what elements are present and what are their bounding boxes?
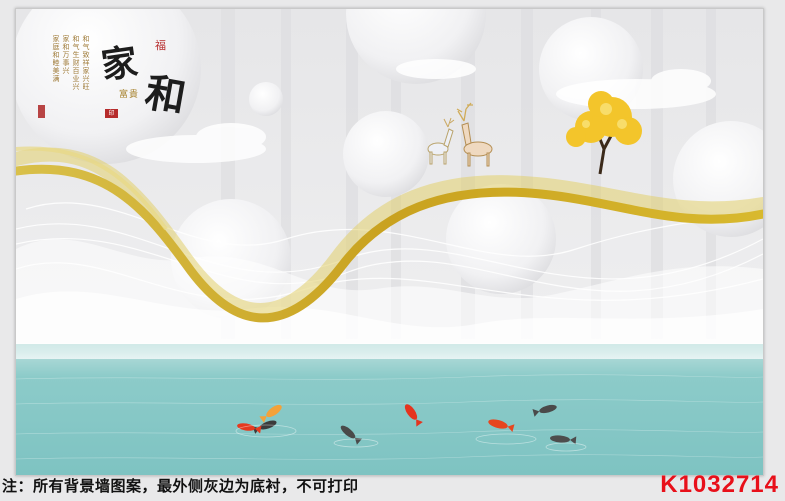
mural-artwork: 家 和 福 富貴 印 和气致祥家兴旺 和气生财百业兴 家和万事兴 家庭和睦美满 [15,8,764,476]
calligraphy-jia: 家 [98,40,141,88]
fu-seal: 福 [155,39,166,52]
product-code: K1032714 [660,471,779,498]
red-stamp-small [38,105,45,118]
red-stamp: 印 [105,109,118,118]
poem-line: 家和万事兴 [62,35,70,75]
print-notice: 注：所有背景墙图案，最外侧灰边为底衬，不可打印 [2,477,359,495]
fugui-mark: 富貴 [119,90,140,100]
poem-line: 和气致祥家兴旺 [82,35,90,91]
poem-line: 家庭和睦美满 [52,35,60,83]
poem-line: 和气生财百业兴 [72,35,80,91]
